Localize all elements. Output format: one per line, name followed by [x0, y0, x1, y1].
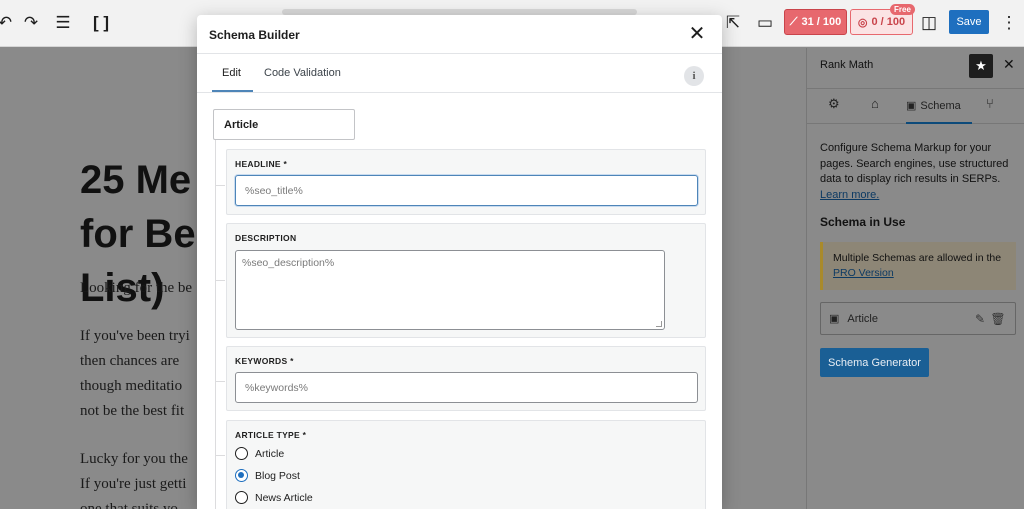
radio-option-blog-post[interactable]: Blog Post: [235, 469, 300, 482]
radio-button-selected[interactable]: [235, 469, 248, 482]
description-field-group: DESCRIPTION %seo_description%: [226, 223, 706, 338]
article-type-field-group: ARTICLE TYPE * Article Blog Post News Ar…: [226, 420, 706, 509]
headline-input[interactable]: %seo_title%: [235, 175, 698, 206]
settings-panel-icon[interactable]: ◫: [918, 12, 940, 34]
description-label: DESCRIPTION: [235, 233, 297, 243]
seo-score-button[interactable]: ⟋ 31 / 100: [784, 9, 847, 35]
keywords-label: KEYWORDS *: [235, 356, 294, 366]
sidebar-title: Rank Math: [820, 59, 874, 71]
schema-description: Configure Schema Markup for your pages. …: [820, 142, 1009, 201]
pro-notice: Multiple Schemas are allowed in the PRO …: [820, 242, 1016, 290]
pro-version-link[interactable]: PRO Version: [833, 267, 894, 279]
modal-header: Schema Builder ✕: [197, 15, 722, 54]
free-badge: Free: [890, 4, 915, 15]
external-preview-icon[interactable]: ⇱: [722, 12, 744, 34]
star-icon[interactable]: ★: [969, 54, 993, 78]
social-icon[interactable]: ⑂: [986, 96, 994, 111]
modal-title: Schema Builder: [209, 28, 300, 42]
description-textarea[interactable]: %seo_description%: [235, 250, 665, 330]
content-score-value: 0 / 100: [871, 16, 906, 28]
seo-score-value: 31 / 100: [801, 16, 842, 28]
tab-code-validation[interactable]: Code Validation: [264, 67, 341, 79]
article-type-label: ARTICLE TYPE *: [235, 430, 307, 440]
undo-icon[interactable]: ↶: [0, 12, 16, 34]
tab-schema[interactable]: ▣ Schema: [906, 89, 972, 124]
rank-math-icon: ⟋: [789, 15, 798, 28]
resize-handle[interactable]: [656, 321, 662, 327]
rank-math-sidebar: Rank Math ★ ✕ ⚙ ⌂ ▣ Schema ⑂ Configure S…: [806, 48, 1024, 509]
learn-more-link[interactable]: Learn more.: [820, 189, 879, 201]
toolbox-icon[interactable]: ⌂: [871, 96, 879, 111]
content-ai-icon: ◎: [857, 16, 868, 29]
save-button[interactable]: Save: [949, 10, 989, 34]
info-icon[interactable]: i: [684, 66, 704, 86]
radio-button[interactable]: [235, 491, 248, 504]
trash-icon[interactable]: 🗑: [989, 312, 1007, 326]
tab-schema-label: Schema: [920, 99, 961, 112]
schema-item-article: ▣ Article ✎ 🗑: [820, 302, 1016, 335]
schema-icon: ▣: [906, 100, 917, 112]
close-icon[interactable]: ✕: [1003, 56, 1015, 73]
schema-type-box[interactable]: Article: [213, 109, 355, 140]
close-icon[interactable]: ✕: [685, 22, 709, 46]
desktop-preview-icon[interactable]: ▭: [754, 12, 776, 34]
block-navigation-icon[interactable]: [ ]: [90, 12, 112, 34]
edit-icon[interactable]: ✎: [971, 312, 989, 326]
radio-button[interactable]: [235, 447, 248, 460]
gear-icon[interactable]: ⚙: [828, 96, 840, 112]
radio-option-article[interactable]: Article: [235, 447, 284, 460]
tab-edit[interactable]: Edit: [222, 67, 241, 79]
sidebar-tabs: ⚙ ⌂ ▣ Schema ⑂: [807, 88, 1024, 124]
tree-connector: [215, 140, 216, 509]
redo-icon[interactable]: ↷: [20, 12, 42, 34]
more-options-icon[interactable]: ⋮: [998, 12, 1020, 34]
schema-builder-modal: Schema Builder ✕ Edit Code Validation i …: [197, 15, 722, 509]
keywords-field-group: KEYWORDS * %keywords%: [226, 346, 706, 411]
active-tab-indicator: [212, 90, 253, 92]
schema-in-use-heading: Schema in Use: [820, 215, 906, 229]
schema-item-label: Article: [847, 312, 878, 325]
keywords-input[interactable]: %keywords%: [235, 372, 698, 403]
headline-field-group: HEADLINE * %seo_title%: [226, 149, 706, 215]
headline-label: HEADLINE *: [235, 159, 288, 169]
schema-generator-button[interactable]: Schema Generator: [820, 348, 929, 377]
modal-tabs: Edit Code Validation i: [197, 55, 722, 93]
radio-option-news-article[interactable]: News Article: [235, 491, 313, 504]
schema-icon: ▣: [829, 313, 840, 325]
list-view-icon[interactable]: ☰: [52, 12, 74, 34]
